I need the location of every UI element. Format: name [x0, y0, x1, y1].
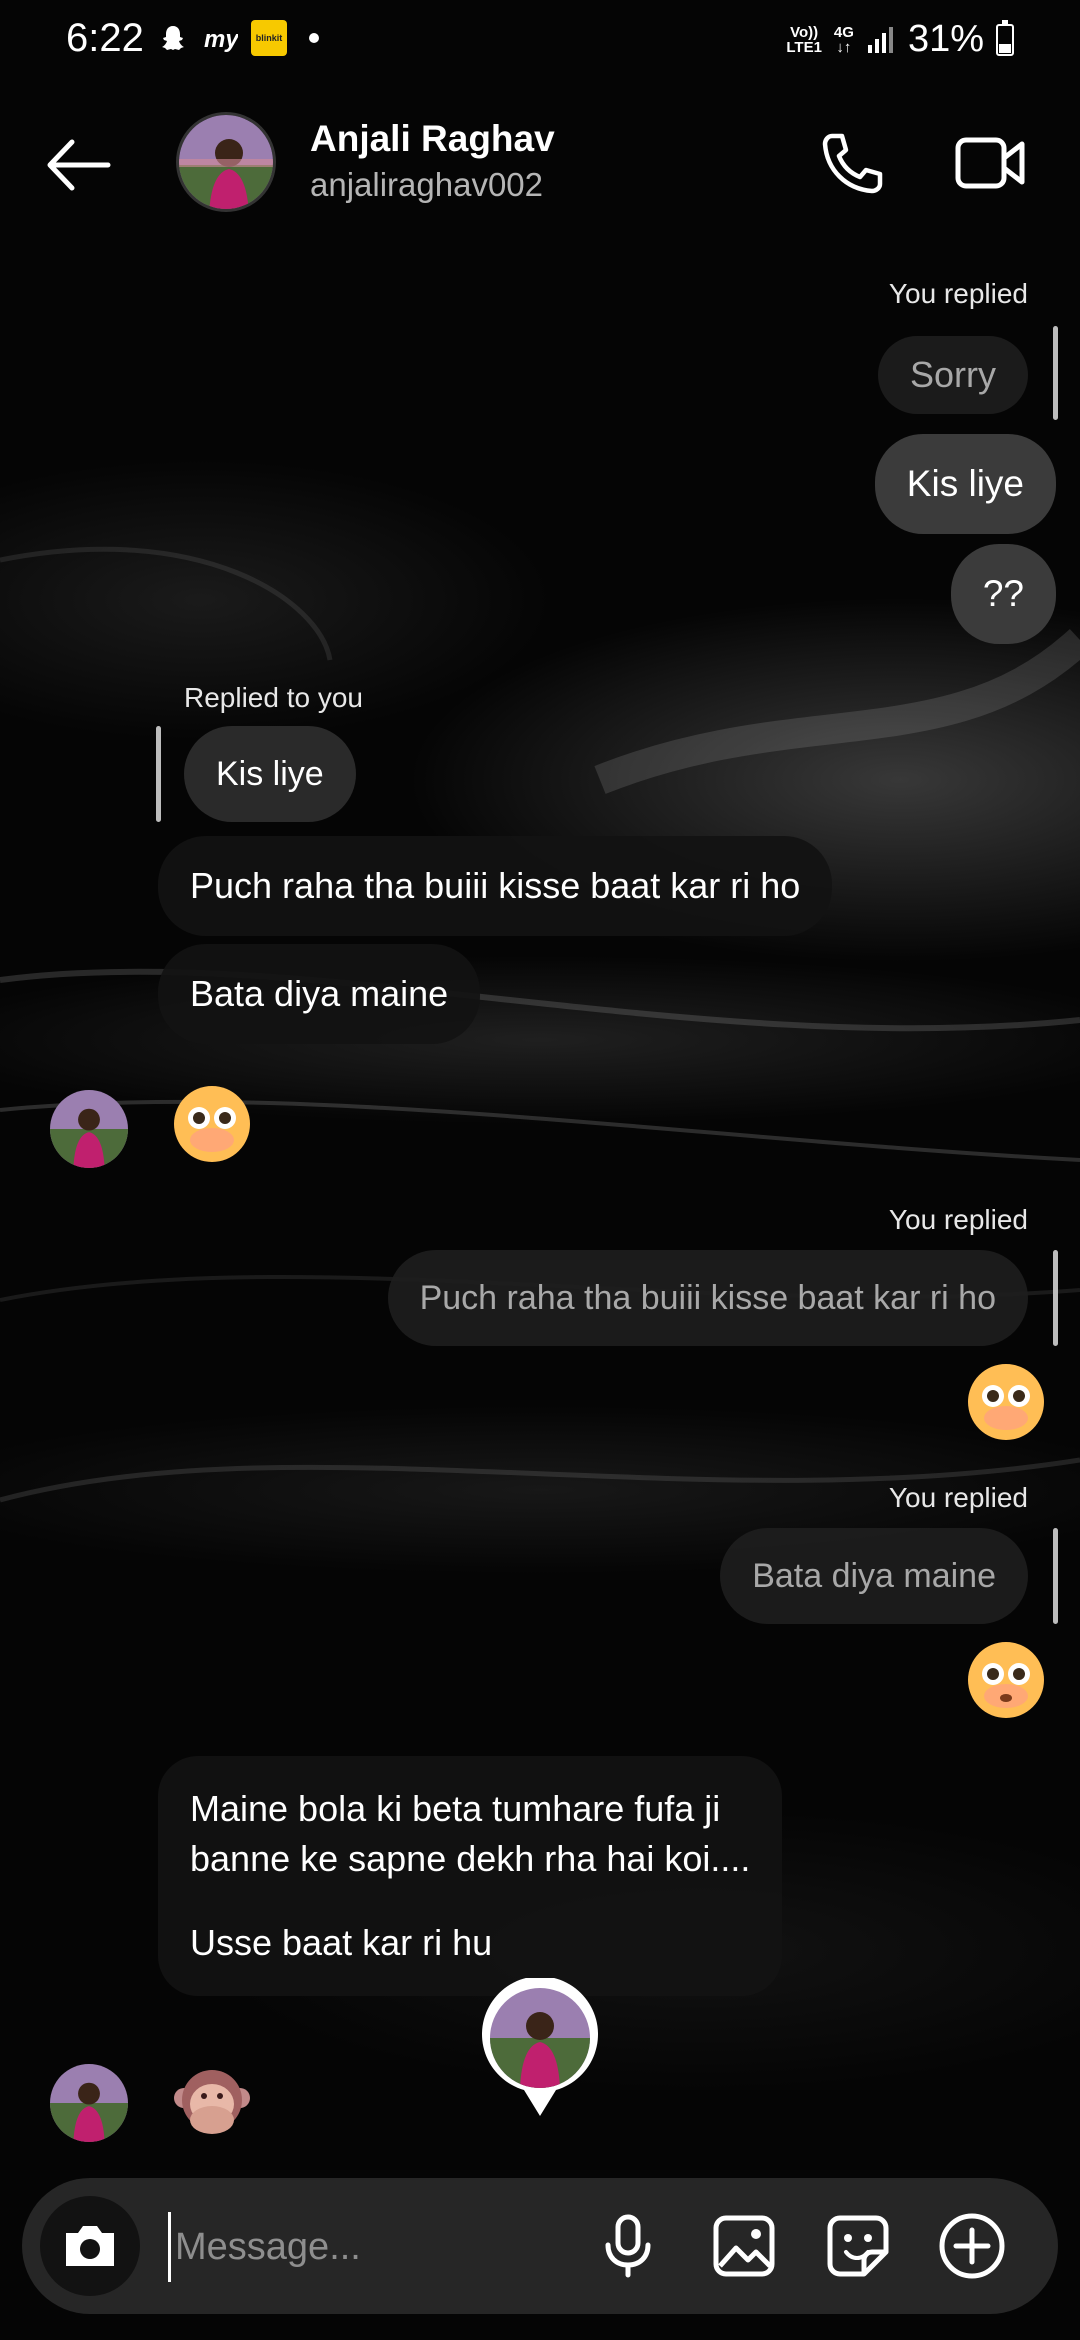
status-time: 6:22 — [66, 16, 144, 60]
network-gen-label: 4G — [833, 23, 854, 41]
their-message[interactable]: Maine bola ki beta tumhare fufa ji banne… — [158, 1756, 783, 1996]
message-line: banne ke sapne dekh rha hai koi.... — [190, 1838, 751, 1879]
chat-header: Anjali Raghav anjaliraghav002 — [0, 100, 1080, 230]
camera-icon — [66, 2226, 114, 2266]
data-arrows-icon: ↓↑ — [836, 38, 852, 56]
quoted-message[interactable]: Puch raha tha buiii kisse baat kar ri ho — [387, 1250, 1028, 1346]
volte-top: Vo)) — [790, 23, 819, 41]
svg-text:my: my — [204, 26, 238, 53]
seen-avatar-marker — [480, 1976, 600, 2118]
message-input[interactable] — [168, 2212, 588, 2282]
flushed-face-emoji[interactable] — [966, 1362, 1046, 1442]
phone-icon — [822, 133, 883, 194]
sticker-button[interactable] — [822, 2210, 894, 2282]
message-composer — [22, 2178, 1058, 2314]
voice-call-button[interactable] — [810, 128, 890, 198]
my-message[interactable]: Kis liye — [874, 434, 1056, 534]
volte-indicator: Vo)) LTE1 — [786, 25, 822, 55]
quoted-message[interactable]: Kis liye — [184, 726, 356, 822]
reply-quote-bar — [1053, 1528, 1058, 1624]
back-button[interactable] — [40, 130, 120, 200]
volte-bottom: LTE1 — [786, 38, 822, 56]
notification-icons: my blinkit — [155, 20, 319, 56]
contact-name[interactable]: Anjali Raghav — [310, 118, 555, 160]
snapchat-ghost-icon — [155, 20, 191, 56]
video-camera-icon — [955, 137, 1025, 189]
contact-avatar-small[interactable] — [50, 1090, 128, 1168]
profile-avatar[interactable] — [176, 112, 276, 212]
battery-icon — [996, 19, 1014, 56]
their-message[interactable]: Puch raha tha buiii kisse baat kar ri ho — [158, 836, 833, 936]
signal-icon — [867, 26, 893, 53]
their-message[interactable]: Bata diya maine — [158, 944, 481, 1044]
speak-no-evil-monkey-emoji[interactable] — [172, 2062, 252, 2142]
message-line: Maine bola ki beta tumhare fufa ji — [190, 1788, 721, 1829]
contact-avatar-small[interactable] — [50, 2064, 128, 2142]
message-line: Usse baat kar ri hu — [190, 1922, 493, 1963]
reply-quote-bar — [1053, 326, 1058, 420]
quoted-message[interactable]: Bata diya maine — [720, 1528, 1028, 1624]
quoted-message[interactable]: Sorry — [877, 336, 1028, 414]
status-right: Vo)) LTE1 4G ↓↑ 31% — [786, 18, 1014, 61]
camera-button[interactable] — [40, 2196, 140, 2296]
more-notifications-dot — [309, 33, 319, 43]
reply-label: You replied — [888, 1204, 1028, 1235]
blinkit-icon: blinkit — [251, 20, 287, 56]
flushed-face-emoji[interactable] — [172, 1084, 252, 1164]
status-bar: 6:22 my blinkit Vo)) LTE1 4G ↓↑ 31% — [0, 0, 1080, 80]
sticker-icon — [827, 2215, 889, 2277]
reply-label: You replied — [888, 1482, 1028, 1513]
gallery-button[interactable] — [708, 2210, 780, 2282]
flushed-face-emoji[interactable] — [966, 1640, 1046, 1720]
reply-quote-bar — [156, 726, 161, 822]
plus-icon — [939, 2213, 1005, 2279]
myntra-icon: my — [203, 20, 239, 56]
more-options-button[interactable] — [936, 2210, 1008, 2282]
contact-username[interactable]: anjaliraghav002 — [310, 166, 543, 204]
my-message[interactable]: ?? — [950, 544, 1056, 644]
voice-message-button[interactable] — [592, 2210, 664, 2282]
microphone-icon — [605, 2214, 651, 2278]
reply-label: You replied — [888, 278, 1028, 309]
reply-quote-bar — [1053, 1250, 1058, 1346]
network-gen: 4G ↓↑ — [834, 25, 854, 55]
reply-label: Replied to you — [184, 682, 364, 713]
gallery-icon — [713, 2215, 775, 2277]
battery-percent: 31% — [907, 18, 984, 60]
back-arrow-icon — [47, 139, 111, 191]
video-call-button[interactable] — [950, 128, 1030, 198]
